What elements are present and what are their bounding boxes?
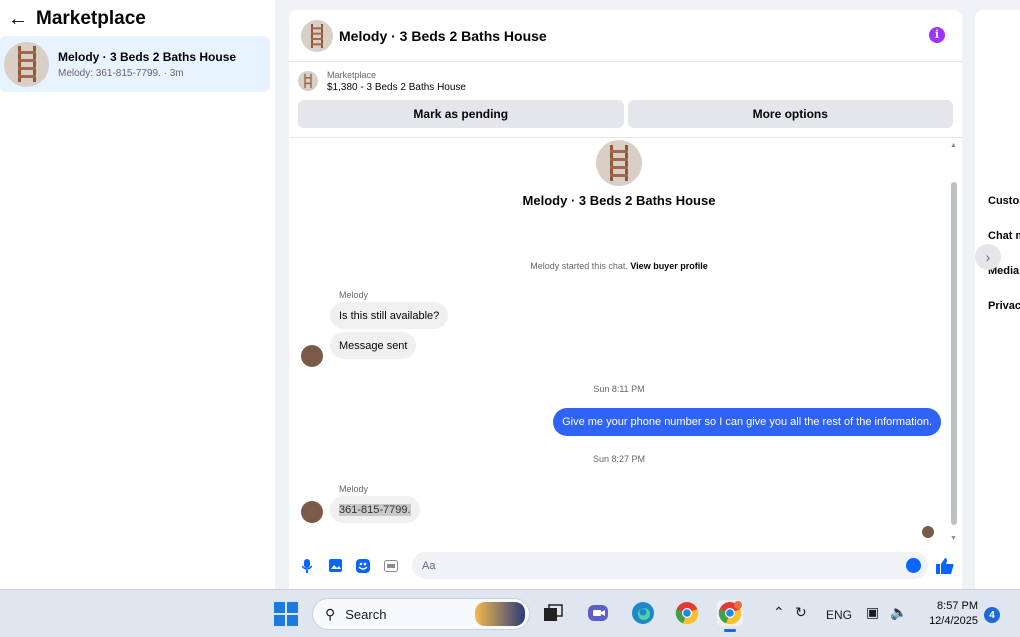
profile-avatar[interactable] <box>596 140 642 186</box>
listing-label: Marketplace <box>327 69 377 80</box>
incoming-message[interactable]: Message sent <box>330 332 417 359</box>
taskbar-search-label: Search <box>345 606 387 622</box>
network-icon[interactable]: ▣ <box>866 604 879 621</box>
customize-chat-item[interactable]: Customize chat <box>988 195 1020 207</box>
conversation-name: Melody · 3 Beds 2 Baths House <box>58 49 237 64</box>
back-arrow-icon[interactable]: ← <box>8 9 30 29</box>
windows-taskbar: ⚲ Search ⌃ ↻ ENG ▣ 🔈 8:57 PM 12/4/2025 4 <box>0 589 1020 637</box>
chat-started-text: Melody started this chat. <box>530 261 628 271</box>
taskbar-clock[interactable]: 8:57 PM 12/4/2025 <box>920 599 978 629</box>
conversation-preview: Melody: 361-815-7799. · 3m <box>58 67 184 79</box>
chat-header: Melody · 3 Beds 2 Baths House i <box>289 10 962 62</box>
listing-summary[interactable]: Marketplace $1,380 - 3 Beds 2 Baths Hous… <box>289 62 962 100</box>
scrollbar-thumb[interactable] <box>951 182 957 525</box>
incoming-message[interactable]: 361-815-7799. <box>330 496 420 523</box>
message-timestamp: Sun 8:11 PM <box>593 384 645 394</box>
photo-icon[interactable] <box>328 559 342 573</box>
mark-as-pending-button[interactable]: Mark as pending <box>298 100 624 128</box>
microphone-icon[interactable] <box>300 558 314 573</box>
scroll-down-icon[interactable]: ▼ <box>950 535 957 542</box>
info-icon[interactable]: i <box>929 27 945 43</box>
message-timestamp: Sun 8:27 PM <box>592 454 646 464</box>
marketplace-sidebar: ← Marketplace Melody · 3 Beds 2 Baths Ho… <box>0 0 275 589</box>
sender-avatar[interactable] <box>301 501 323 523</box>
ladder-shelf-icon <box>17 46 36 82</box>
teams-icon[interactable] <box>585 600 611 626</box>
chat-details-panel: Customize chat Chat members Media & file… <box>975 10 1020 589</box>
active-app-indicator <box>724 629 736 632</box>
listing-price-title: $1,380 - 3 Beds 2 Baths House <box>327 81 466 93</box>
taskbar-search[interactable]: ⚲ Search <box>312 598 530 630</box>
listing-thumbnail <box>298 71 318 91</box>
chrome-active-icon[interactable] <box>717 600 743 632</box>
privacy-support-item[interactable]: Privacy & support <box>988 300 1020 312</box>
conversation-avatar <box>4 41 49 87</box>
chat-header-name[interactable]: Melody · 3 Beds 2 Baths House <box>339 28 547 44</box>
sync-icon[interactable]: ↻ <box>795 604 807 621</box>
chevron-up-icon[interactable]: ⌃ <box>773 604 785 621</box>
phone-number-text[interactable]: 361-815-7799. <box>339 503 411 516</box>
conversation-item[interactable]: Melody · 3 Beds 2 Baths House Melody: 36… <box>0 36 270 92</box>
chat-panel: Melody · 3 Beds 2 Baths House i Marketpl… <box>289 10 962 589</box>
notification-badge[interactable]: 4 <box>984 607 1000 623</box>
ladder-shelf-icon <box>304 73 312 89</box>
scrollbar[interactable]: ▲ ▼ <box>950 142 958 542</box>
sidebar-title: Marketplace <box>36 8 146 29</box>
divider <box>289 137 962 138</box>
thumbs-up-icon[interactable] <box>936 558 954 574</box>
chat-members-item[interactable]: Chat members <box>988 230 1020 242</box>
search-highlight-image <box>475 602 525 626</box>
chat-started-notice: Melody started this chat. View buyer pro… <box>289 261 949 271</box>
chevron-right-icon[interactable]: › <box>975 244 1001 270</box>
clock-time: 8:57 PM <box>937 600 978 612</box>
gif-icon[interactable] <box>384 559 398 573</box>
emoji-icon[interactable] <box>906 558 921 573</box>
ladder-shelf-icon <box>610 145 628 181</box>
incoming-message[interactable]: Is this still available? <box>330 302 449 329</box>
sticker-icon[interactable] <box>356 558 370 573</box>
volume-icon[interactable]: 🔈 <box>890 604 907 621</box>
sender-avatar[interactable] <box>301 345 323 367</box>
more-options-button[interactable]: More options <box>627 100 953 128</box>
chrome-icon[interactable] <box>674 600 700 626</box>
view-buyer-profile-link[interactable]: View buyer profile <box>630 261 707 271</box>
message-input[interactable]: Aa <box>412 552 928 579</box>
message-thread: Melody · 3 Beds 2 Baths House Melody sta… <box>289 140 962 542</box>
language-indicator[interactable]: ENG <box>826 608 852 622</box>
message-composer: Aa <box>289 542 962 589</box>
listing-actions: Mark as pending More options <box>289 100 962 128</box>
profile-name: Melody · 3 Beds 2 Baths House <box>522 193 716 208</box>
edge-browser-icon[interactable] <box>630 600 656 626</box>
message-sender: Melody <box>339 290 369 300</box>
chat-header-avatar[interactable] <box>301 19 333 52</box>
outgoing-message[interactable]: Give me your phone number so I can give … <box>553 408 941 436</box>
windows-start-icon[interactable] <box>274 602 298 626</box>
scroll-up-icon[interactable]: ▲ <box>950 142 957 149</box>
task-view-icon[interactable] <box>540 600 566 626</box>
sidebar-header: ← Marketplace <box>0 0 275 38</box>
search-icon: ⚲ <box>325 605 336 622</box>
seen-indicator-avatar <box>922 526 934 538</box>
ladder-shelf-icon <box>311 23 323 48</box>
message-sender: Melody <box>339 484 369 494</box>
clock-date: 12/4/2025 <box>929 615 978 627</box>
